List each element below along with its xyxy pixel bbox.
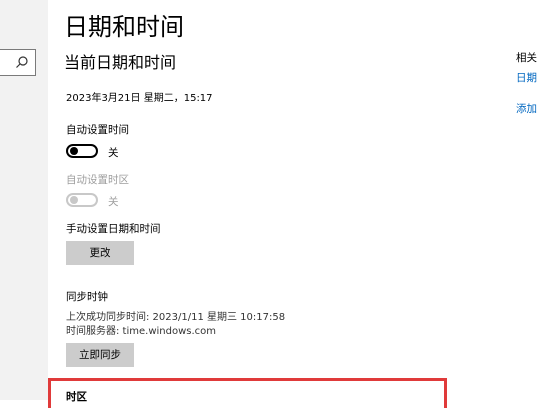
auto-timezone-toggle[interactable] xyxy=(66,193,98,207)
auto-time-toggle[interactable] xyxy=(66,144,98,158)
auto-timezone-label: 自动设置时区 xyxy=(66,174,129,186)
left-navigation-pane xyxy=(0,0,48,400)
time-server: 时间服务器: time.windows.com xyxy=(66,326,217,337)
timezone-highlight-box xyxy=(48,378,447,408)
sync-now-button[interactable]: 立即同步 xyxy=(66,343,134,367)
auto-time-state: 关 xyxy=(108,147,119,159)
page-title: 日期和时间 xyxy=(64,13,184,41)
auto-time-label: 自动设置时间 xyxy=(66,124,129,136)
related-link-date[interactable]: 日期 xyxy=(516,70,537,85)
search-icon[interactable] xyxy=(15,55,29,69)
change-button[interactable]: 更改 xyxy=(66,241,134,265)
toggle-knob xyxy=(70,196,78,204)
related-link-add[interactable]: 添加 xyxy=(516,101,537,116)
section-title: 当前日期和时间 xyxy=(64,53,177,72)
timezone-label: 时区 xyxy=(66,391,87,403)
sync-heading: 同步时钟 xyxy=(66,291,108,303)
auto-timezone-state: 关 xyxy=(108,196,119,208)
search-input[interactable] xyxy=(0,49,36,76)
current-datetime: 2023年3月21日 星期二，15:17 xyxy=(66,93,213,104)
manual-set-label: 手动设置日期和时间 xyxy=(66,223,161,235)
last-sync-time: 上次成功同步时间: 2023/1/11 星期三 10:17:58 xyxy=(66,312,286,323)
related-settings-heading: 相关 xyxy=(516,52,537,64)
toggle-knob xyxy=(70,147,78,155)
